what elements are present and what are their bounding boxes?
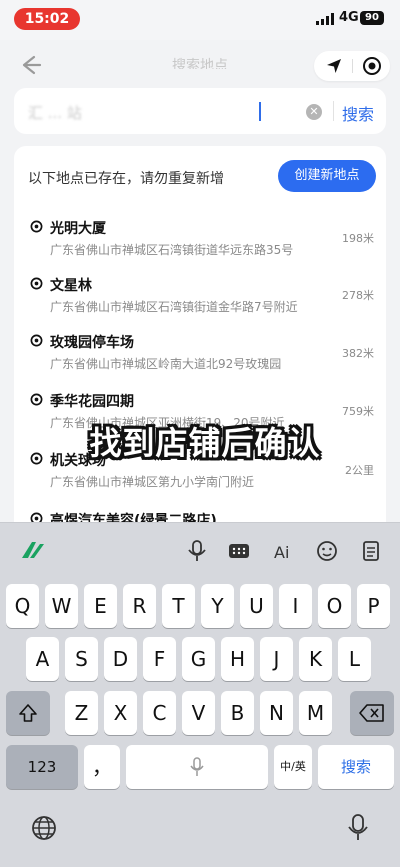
keyboard-logo-icon[interactable] xyxy=(18,536,48,566)
key-g[interactable]: G xyxy=(182,637,215,681)
key-k[interactable]: K xyxy=(299,637,332,681)
space-key[interactable] xyxy=(126,745,268,789)
svg-text:Aⅰ: Aⅰ xyxy=(274,543,289,562)
place-name: 光明大厦 xyxy=(50,221,106,237)
text-caret xyxy=(259,102,261,121)
text-style-icon[interactable]: Aⅰ xyxy=(268,536,298,566)
location-arrow-icon[interactable] xyxy=(322,54,346,78)
location-pin-icon xyxy=(30,393,43,406)
key-y[interactable]: Y xyxy=(201,584,234,628)
key-o[interactable]: O xyxy=(318,584,351,628)
place-address: 广东省佛山市禅城区第九小学南门附近 xyxy=(50,475,255,489)
backspace-key[interactable] xyxy=(350,691,394,735)
language-switch-key[interactable]: 中/英 xyxy=(274,745,312,789)
globe-icon[interactable] xyxy=(30,814,58,842)
key-z[interactable]: Z xyxy=(65,691,98,735)
key-x[interactable]: X xyxy=(104,691,137,735)
place-name: 玫瑰园停车场 xyxy=(50,335,134,351)
nav-divider xyxy=(352,59,353,73)
location-pin-icon xyxy=(30,220,43,233)
location-pin-icon xyxy=(30,334,43,347)
place-address: 广东省佛山市禅城区石湾镇街道华远东路35号 xyxy=(50,243,294,257)
status-time: 15:02 xyxy=(14,8,80,30)
punctuation-key[interactable]: ， xyxy=(84,745,120,789)
key-n[interactable]: N xyxy=(260,691,293,735)
key-w[interactable]: W xyxy=(45,584,78,628)
signal-icon xyxy=(316,13,334,25)
location-pin-icon xyxy=(30,277,43,290)
page-title: 搜索地点 xyxy=(172,58,228,69)
key-v[interactable]: V xyxy=(182,691,215,735)
create-location-button[interactable]: 创建新地点 xyxy=(278,160,376,192)
key-c[interactable]: C xyxy=(143,691,176,735)
backspace-icon xyxy=(359,704,384,722)
key-u[interactable]: U xyxy=(240,584,273,628)
network-type: 4G xyxy=(339,10,359,25)
clipboard-icon[interactable] xyxy=(356,536,386,566)
microphone-icon xyxy=(190,757,204,776)
key-b[interactable]: B xyxy=(221,691,254,735)
key-d[interactable]: D xyxy=(104,637,137,681)
shift-icon xyxy=(19,704,37,722)
key-j[interactable]: J xyxy=(260,637,293,681)
key-h[interactable]: H xyxy=(221,637,254,681)
search-input[interactable]: 汇 ... 站 xyxy=(28,102,298,123)
duplicate-notice: 以下地点已存在，请勿重复新增 xyxy=(28,171,224,187)
battery-level: 90 xyxy=(360,11,384,25)
key-s[interactable]: S xyxy=(65,637,98,681)
dictation-icon[interactable] xyxy=(344,812,372,842)
key-l[interactable]: L xyxy=(338,637,371,681)
place-distance: 759米 xyxy=(342,405,374,418)
place-name: 季华花园四期 xyxy=(50,394,134,410)
search-divider xyxy=(333,101,334,121)
search-button[interactable]: 搜索 xyxy=(342,101,374,125)
emoji-icon[interactable] xyxy=(312,536,342,566)
key-q[interactable]: Q xyxy=(6,584,39,628)
clear-icon[interactable]: ✕ xyxy=(306,104,322,120)
key-r[interactable]: R xyxy=(123,584,156,628)
search-key[interactable]: 搜索 xyxy=(318,745,394,789)
microphone-icon[interactable] xyxy=(182,536,212,566)
key-f[interactable]: F xyxy=(143,637,176,681)
key-e[interactable]: E xyxy=(84,584,117,628)
key-p[interactable]: P xyxy=(357,584,390,628)
key-t[interactable]: T xyxy=(162,584,195,628)
location-pin-icon xyxy=(30,452,43,465)
place-name: 文星林 xyxy=(50,278,92,294)
video-caption: 找到店铺后确认 xyxy=(89,424,321,462)
key-a[interactable]: A xyxy=(26,637,59,681)
back-arrow-icon[interactable] xyxy=(14,50,44,80)
key-m[interactable]: M xyxy=(299,691,332,735)
target-icon[interactable] xyxy=(360,54,384,78)
place-distance: 278米 xyxy=(342,289,374,302)
place-distance: 382米 xyxy=(342,347,374,360)
shift-key[interactable] xyxy=(6,691,50,735)
key-i[interactable]: I xyxy=(279,584,312,628)
keyboard-grid-icon[interactable] xyxy=(224,536,254,566)
place-address: 广东省佛山市禅城区石湾镇街道金华路7号附近 xyxy=(50,300,298,314)
numbers-key[interactable]: 123 xyxy=(6,745,78,789)
place-distance: 198米 xyxy=(342,232,374,245)
place-address: 广东省佛山市禅城区岭南大道北92号玫瑰园 xyxy=(50,357,282,371)
